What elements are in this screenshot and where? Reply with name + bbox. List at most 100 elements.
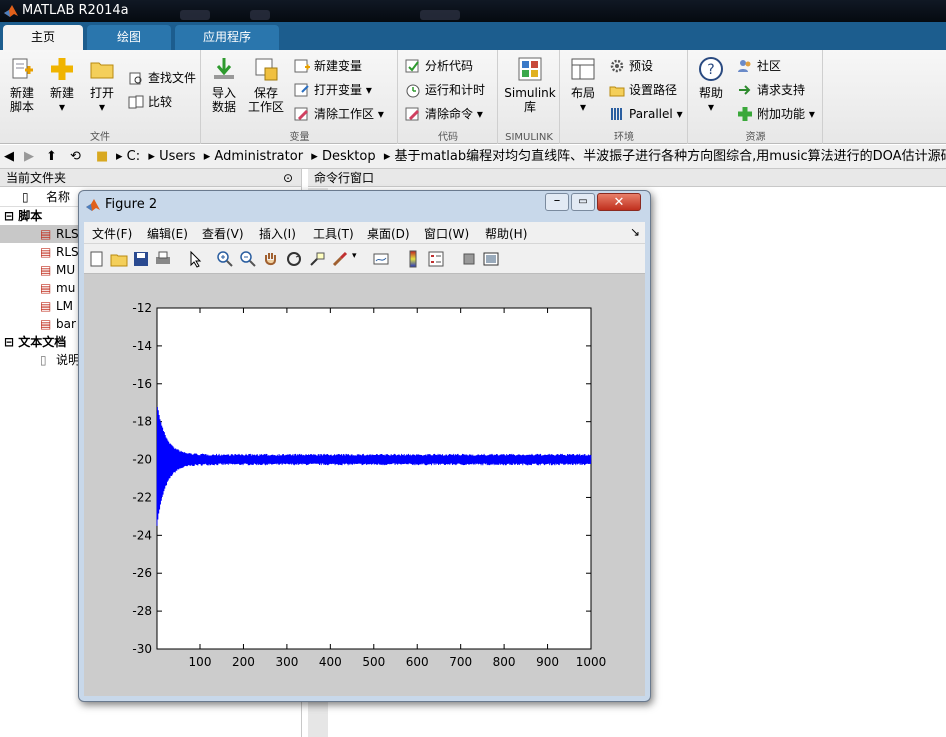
compare-label: 比较 xyxy=(148,95,173,109)
x-tick-label: 700 xyxy=(449,655,472,669)
parallel-label: Parallel xyxy=(629,107,673,121)
y-tick-label: -24 xyxy=(132,528,152,542)
m-file-icon: ▤ xyxy=(40,227,52,241)
folder-open-icon xyxy=(90,62,114,79)
insert-colorbar-icon[interactable] xyxy=(404,250,422,268)
command-window-header: 命令行窗口 xyxy=(308,169,946,187)
menu-tools[interactable]: 工具(T) xyxy=(313,225,354,242)
x-tick-label: 400 xyxy=(319,655,342,669)
new-variable-button[interactable]: 新建变量 xyxy=(294,56,362,76)
data-cursor-icon[interactable] xyxy=(308,250,326,268)
clear-workspace-icon xyxy=(294,107,309,121)
dropdown-arrow-icon: ▾ xyxy=(676,107,683,121)
ribbon-section-variable: 导入 数据 保存 工作区 新建变量 打开变量 ▾ 清除工作区 ▾ 变量 xyxy=(202,50,398,144)
column-name-label: 名称 xyxy=(46,190,71,204)
minimize-button[interactable]: – xyxy=(545,193,569,211)
menu-edit[interactable]: 编辑(E) xyxy=(147,225,188,242)
brush-icon[interactable] xyxy=(331,250,349,268)
x-tick-label: 1000 xyxy=(576,655,607,669)
ribbon-section-code: 分析代码 运行和计时 清除命令 ▾ 代码 xyxy=(399,50,498,144)
zoom-in-icon[interactable] xyxy=(216,250,234,268)
save-ws-label-2: 工作区 xyxy=(247,100,284,114)
breadcrumb-item[interactable]: 基于matlab编程对均匀直线阵、半波振子进行各种方向图综合,用music算法进… xyxy=(395,149,946,164)
tab-home[interactable]: 主页 xyxy=(3,25,83,50)
link-plot-icon[interactable] xyxy=(372,250,390,268)
breadcrumb-item[interactable]: C: xyxy=(127,149,140,164)
dropdown-arrow-icon: ▾ xyxy=(377,107,384,121)
clear-workspace-button[interactable]: 清除工作区 ▾ xyxy=(294,104,384,124)
request-support-label: 请求支持 xyxy=(757,83,806,97)
open-button[interactable]: 打开 ▾ xyxy=(86,56,118,114)
menu-desktop[interactable]: 桌面(D) xyxy=(367,225,410,242)
set-path-label: 设置路径 xyxy=(629,83,678,97)
up-folder-icon[interactable]: ⬆ xyxy=(46,145,57,169)
breadcrumb-item[interactable]: Users xyxy=(159,149,195,164)
x-tick-label: 600 xyxy=(406,655,429,669)
add-ons-button[interactable]: 附加功能 ▾ xyxy=(737,104,815,124)
tab-apps[interactable]: 应用程序 xyxy=(175,25,279,50)
save-icon[interactable] xyxy=(132,250,150,268)
analyze-code-button[interactable]: 分析代码 xyxy=(405,56,473,76)
clear-commands-button[interactable]: 清除命令 ▾ xyxy=(405,104,483,124)
run-and-time-label: 运行和计时 xyxy=(425,83,486,97)
dock-arrow-icon[interactable]: ↘ xyxy=(630,225,640,239)
insert-legend-icon[interactable] xyxy=(427,250,445,268)
menu-help[interactable]: 帮助(H) xyxy=(485,225,527,242)
plot-area[interactable]: 100 200 300 400 500 600 700 800 900 1000 -12 -14 -16… xyxy=(84,274,645,696)
new-script-button[interactable]: 新建 脚本 xyxy=(4,56,40,114)
menu-window[interactable]: 窗口(W) xyxy=(424,225,469,242)
new-variable-label: 新建变量 xyxy=(314,59,363,73)
parallel-button[interactable]: Parallel ▾ xyxy=(609,104,683,124)
figure-title-bar[interactable]: Figure 2 – ▭ ✕ xyxy=(79,191,650,219)
run-and-time-button[interactable]: 运行和计时 xyxy=(405,80,485,100)
section-label-file: 文件 xyxy=(90,132,110,143)
help-button[interactable]: ? 帮助 ▾ xyxy=(695,56,727,114)
menu-file[interactable]: 文件(F) xyxy=(92,225,132,242)
blurred-title-region xyxy=(250,10,270,20)
breadcrumb-item[interactable]: Administrator xyxy=(214,149,303,164)
simulink-library-button[interactable]: Simulink 库 xyxy=(503,56,557,114)
breadcrumb[interactable]: ▸ C: ▸ Users ▸ Administrator ▸ Desktop ▸… xyxy=(116,145,946,169)
maximize-button[interactable]: ▭ xyxy=(571,193,595,211)
dropdown-arrow-icon[interactable]: ▾ xyxy=(352,251,357,261)
open-file-icon[interactable] xyxy=(110,250,128,268)
menu-insert[interactable]: 插入(I) xyxy=(259,225,296,242)
menu-view[interactable]: 查看(V) xyxy=(202,225,244,242)
preferences-button[interactable]: 预设 xyxy=(609,56,653,76)
import-data-button[interactable]: 导入 数据 xyxy=(208,56,240,114)
save-workspace-button[interactable]: 保存 工作区 xyxy=(246,56,286,114)
collapse-icon[interactable]: ⊟ xyxy=(4,335,14,349)
y-tick-label: -18 xyxy=(132,415,152,429)
compare-button[interactable]: 比较 xyxy=(128,92,172,112)
new-button[interactable]: 新建 ▾ xyxy=(46,56,78,114)
request-support-button[interactable]: 请求支持 xyxy=(737,80,805,100)
group-label: 脚本 xyxy=(18,209,43,223)
pointer-icon[interactable] xyxy=(186,250,204,268)
close-button[interactable]: ✕ xyxy=(597,193,641,211)
browse-folder-icon[interactable]: ⟲ xyxy=(70,145,81,169)
pan-hand-icon[interactable] xyxy=(262,250,280,268)
print-icon[interactable] xyxy=(154,250,172,268)
zoom-out-icon[interactable] xyxy=(239,250,257,268)
rotate-3d-icon[interactable] xyxy=(285,250,303,268)
x-tick-label: 100 xyxy=(189,655,212,669)
text-file-icon: ▯ xyxy=(40,353,47,367)
layout-button[interactable]: 布局 ▾ xyxy=(565,56,601,114)
breadcrumb-item[interactable]: Desktop xyxy=(322,149,376,164)
pane-menu-icon[interactable]: ⊙ xyxy=(283,169,293,187)
tab-plots[interactable]: 绘图 xyxy=(87,25,171,50)
hide-plot-tools-icon[interactable] xyxy=(460,250,478,268)
back-arrow-icon[interactable]: ◀ xyxy=(4,145,14,169)
new-figure-icon[interactable] xyxy=(88,250,106,268)
preferences-label: 预设 xyxy=(629,59,654,73)
line-chart[interactable]: 100 200 300 400 500 600 700 800 900 1000 -12 -14 -16… xyxy=(84,274,645,696)
figure-window[interactable]: Figure 2 – ▭ ✕ 文件(F) 编辑(E) 查看(V) 插入(I) 工… xyxy=(78,190,651,702)
set-path-button[interactable]: 设置路径 xyxy=(609,80,677,100)
find-files-button[interactable]: 查找文件 xyxy=(128,68,196,88)
forward-arrow-icon[interactable]: ▶ xyxy=(24,145,34,169)
show-plot-tools-icon[interactable] xyxy=(482,250,500,268)
open-variable-button[interactable]: 打开变量 ▾ xyxy=(294,80,372,100)
community-button[interactable]: 社区 xyxy=(737,56,781,76)
current-folder-title: 当前文件夹 xyxy=(6,171,67,185)
collapse-icon[interactable]: ⊟ xyxy=(4,209,14,223)
